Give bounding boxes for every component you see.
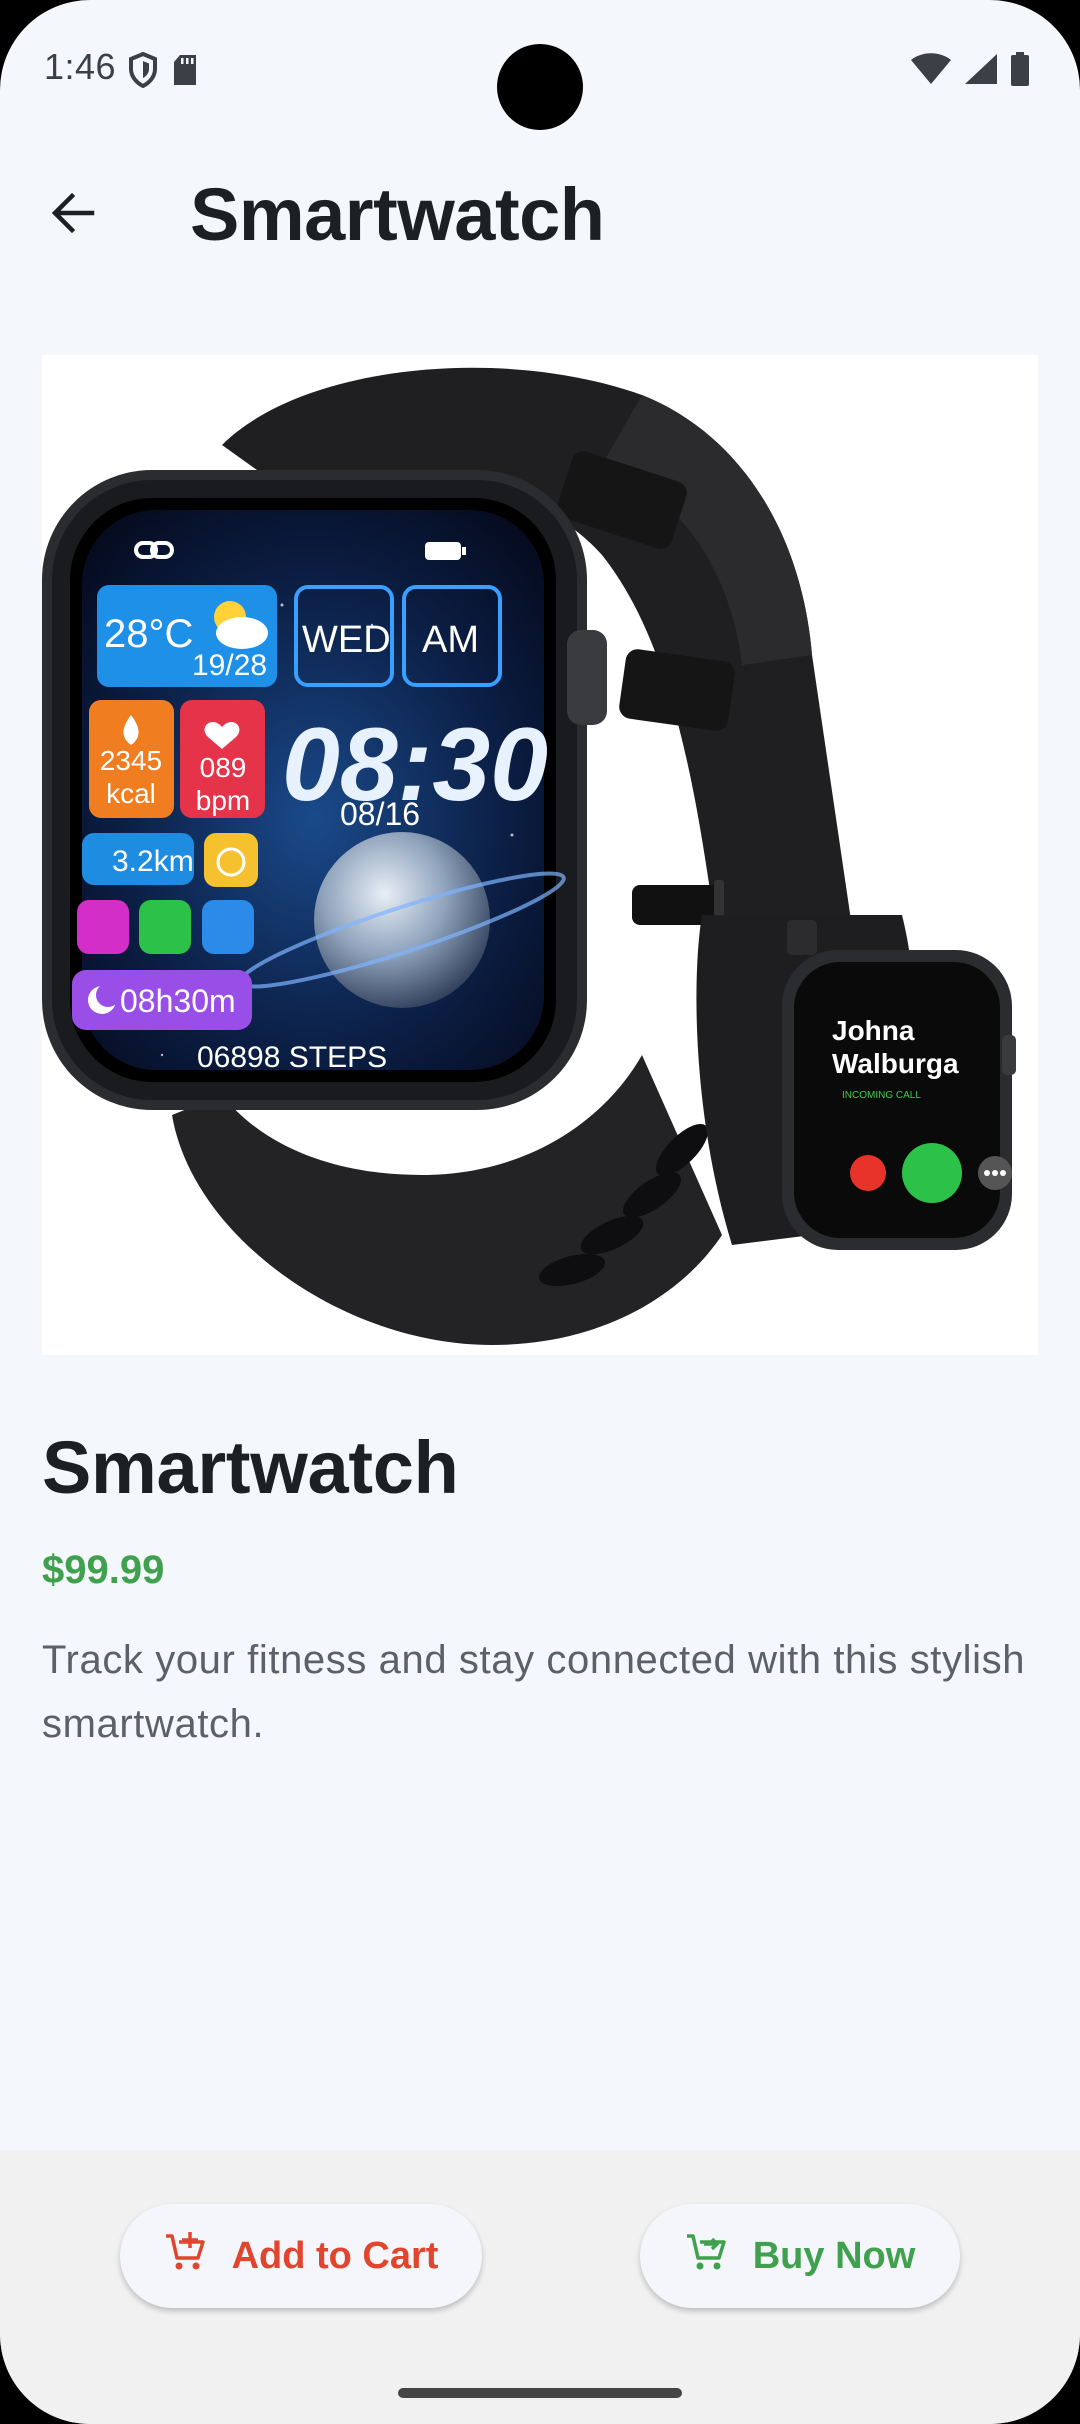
watch-temp-range: 19/28 (192, 649, 267, 682)
status-bar: 1:46 (0, 0, 1080, 140)
add-to-cart-label: Add to Cart (231, 2234, 439, 2277)
product-description: Track your fitness and stay connected wi… (42, 1638, 1026, 1746)
watch-heart-unit: bpm (196, 785, 250, 816)
product-name: Smartwatch (42, 1426, 459, 1509)
watch-caller-first: Johna (832, 1015, 915, 1046)
page-title: Smartwatch (190, 173, 605, 256)
status-left-icons (128, 51, 198, 93)
battery-icon (1010, 52, 1030, 91)
add-to-cart-button[interactable]: Add to Cart (120, 2204, 482, 2308)
status-right-icons (910, 52, 1030, 91)
add-shopping-cart-icon (164, 2230, 206, 2282)
watch-heart: 089 (200, 752, 247, 783)
watch-meridiem: AM (422, 619, 479, 661)
buy-now-label: Buy Now (752, 2234, 916, 2277)
watch-steps: 06898 STEPS (197, 1041, 387, 1074)
sd-card-icon (172, 54, 198, 91)
watch-day: WED (302, 619, 391, 661)
watch-date: 08/16 (340, 796, 420, 832)
watch-call-status: INCOMING CALL (842, 1090, 921, 1101)
home-indicator[interactable] (398, 2388, 682, 2398)
back-button[interactable] (38, 180, 108, 250)
shield-icon (128, 51, 158, 93)
watch-caller-last: Walburga (832, 1048, 959, 1079)
watch-calories-unit: kcal (106, 778, 156, 809)
watch-calories: 2345 (100, 745, 162, 776)
watch-temperature: 28°C (104, 612, 193, 656)
watch-sleep: 08h30m (120, 983, 236, 1019)
camera-cutout (497, 44, 583, 130)
cell-signal-icon (964, 53, 998, 90)
status-time: 1:46 (44, 46, 117, 87)
product-image: 28°C 19/28 WED AM 2345 kcal 089 bpm 08:3… (42, 355, 1038, 1355)
arrow-back-icon (50, 190, 96, 241)
screen: 1:46 Smartwatch 28°C 19/28 WED AM 2345 k… (0, 0, 1080, 2424)
wifi-icon (910, 53, 952, 90)
buy-now-button[interactable]: Buy Now (640, 2204, 960, 2308)
bottom-action-bar: Add to Cart Buy Now (0, 2150, 1080, 2424)
product-price: $99.99 (42, 1548, 165, 1592)
app-bar: Smartwatch (0, 150, 1080, 280)
shopping-cart-checkout-icon (685, 2230, 727, 2282)
watch-distance: 3.2km (112, 845, 194, 878)
